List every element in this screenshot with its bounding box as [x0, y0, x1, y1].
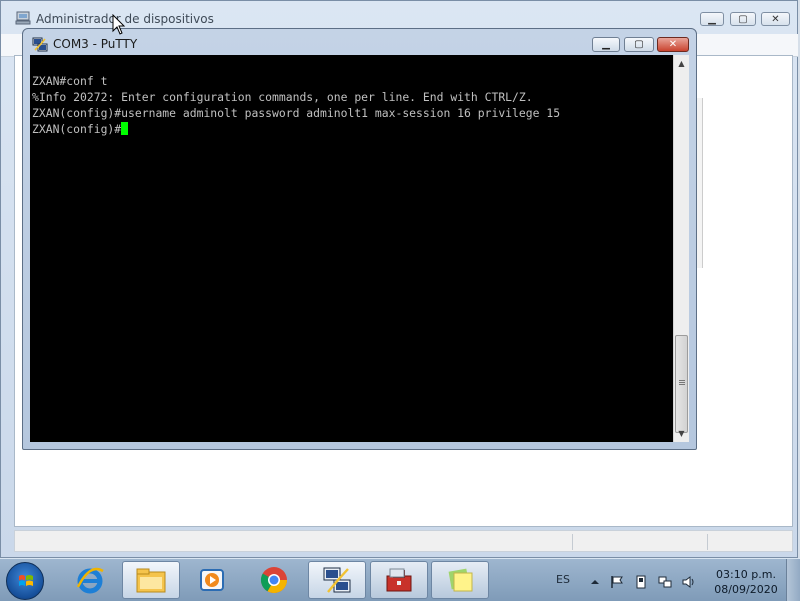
- putty-maximize-button[interactable]: ▢: [624, 37, 654, 52]
- putty-window[interactable]: COM3 - PuTTY ▁ ▢ ✕ ZXAN#conf t %Info 202…: [22, 28, 697, 450]
- internet-explorer-icon: [76, 567, 104, 594]
- putty-taskbar-icon: [323, 567, 351, 593]
- terminal-line: %Info 20272: Enter configuration command…: [32, 90, 533, 104]
- show-desktop-button[interactable]: [786, 559, 800, 601]
- putty-title: COM3 - PuTTY: [53, 37, 138, 51]
- toolbox-icon: [386, 568, 412, 592]
- taskbar: ES 03:10 p.m. 08/09/2020: [0, 558, 800, 601]
- media-player-icon: [200, 569, 224, 591]
- scroll-thumb[interactable]: [675, 335, 688, 433]
- maximize-button[interactable]: ▢: [730, 12, 756, 26]
- device-tray-icon[interactable]: [634, 575, 648, 589]
- terminal-prompt: ZXAN(config)#: [32, 122, 122, 136]
- taskbar-file-explorer[interactable]: [122, 561, 180, 599]
- scroll-up-arrow-icon[interactable]: ▲: [674, 55, 689, 71]
- taskbar-sticky-notes[interactable]: [431, 561, 489, 599]
- putty-minimize-button[interactable]: ▁: [592, 37, 620, 52]
- text-cursor: [121, 122, 129, 135]
- taskbar-media-player[interactable]: [183, 561, 241, 599]
- show-hidden-icons-arrow-icon[interactable]: [588, 575, 602, 589]
- putty-close-button[interactable]: ✕: [657, 37, 689, 52]
- taskbar-toolbox[interactable]: [370, 561, 428, 599]
- terminal-area[interactable]: ZXAN#conf t %Info 20272: Enter configura…: [30, 55, 673, 442]
- toolbar-edge: [1, 57, 15, 77]
- terminal-line: ZXAN#conf t: [32, 74, 108, 88]
- putty-icon: [32, 37, 48, 52]
- taskbar-chrome[interactable]: [245, 561, 303, 599]
- device-manager-icon: [15, 11, 31, 25]
- mouse-pointer-icon: [112, 14, 126, 35]
- clock-date[interactable]: 08/09/2020: [714, 583, 778, 596]
- start-button[interactable]: [6, 562, 44, 600]
- terminal-line: ZXAN(config)#username adminolt password …: [32, 106, 561, 120]
- taskbar-putty[interactable]: [308, 561, 366, 599]
- status-bar: [14, 530, 793, 552]
- sticky-notes-icon: [448, 568, 473, 592]
- scroll-down-arrow-icon[interactable]: ▼: [674, 425, 689, 441]
- windows-start-icon: [19, 575, 33, 586]
- clock-time[interactable]: 03:10 p.m.: [714, 568, 778, 581]
- vertical-scrollbar[interactable]: ▲ ▼: [673, 55, 689, 442]
- minimize-button[interactable]: ▁: [700, 12, 724, 26]
- volume-icon[interactable]: [682, 575, 696, 589]
- chrome-icon: [260, 567, 288, 594]
- taskbar-internet-explorer[interactable]: [61, 561, 119, 599]
- terminal-prompt-line: ZXAN(config)#: [32, 121, 129, 137]
- close-button[interactable]: ✕: [761, 12, 790, 26]
- dialog-edge: [696, 98, 703, 268]
- language-indicator[interactable]: ES: [556, 573, 570, 586]
- file-explorer-icon: [136, 568, 166, 593]
- network-icon[interactable]: [658, 575, 672, 589]
- flag-icon[interactable]: [610, 575, 624, 589]
